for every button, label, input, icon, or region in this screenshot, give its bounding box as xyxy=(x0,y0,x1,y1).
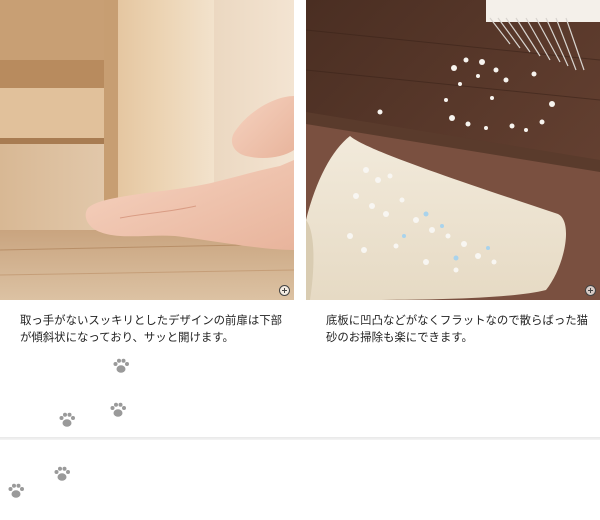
caption-dustpan: 底板に凹凸などがなくフラットなので散らばった猫砂のお掃除も楽にできます。 xyxy=(326,313,588,344)
dustpan-illustration xyxy=(306,0,600,300)
paw-print-icon xyxy=(8,483,24,498)
caption-cabinet-door: 取っ手がないスッキリとしたデザインの前扉は下部が傾斜状になっており、サッと開けま… xyxy=(20,313,282,344)
photo-cabinet-door xyxy=(0,0,294,300)
section-divider xyxy=(0,437,600,440)
photo-dustpan-litter xyxy=(306,0,600,300)
cabinet-door-illustration xyxy=(0,0,294,300)
paw-print-icon xyxy=(59,412,75,427)
zoom-in-icon[interactable] xyxy=(585,285,596,296)
paw-print-icon xyxy=(113,358,129,373)
paw-print-icon xyxy=(110,402,126,417)
paw-print-icon xyxy=(54,466,70,481)
zoom-in-icon[interactable] xyxy=(279,285,290,296)
